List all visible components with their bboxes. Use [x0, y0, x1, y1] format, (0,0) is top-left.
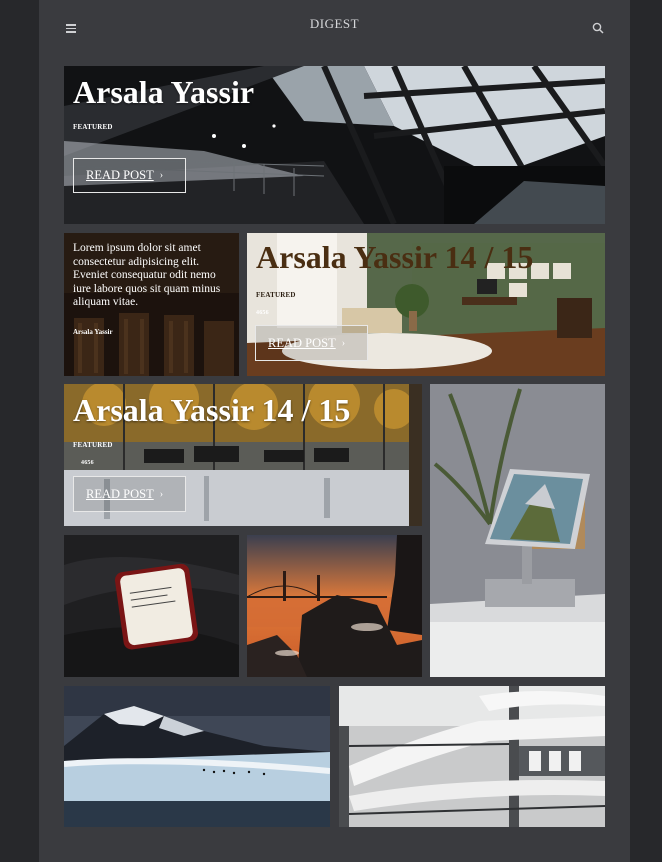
post-title[interactable]: Arsala Yassir 14 / 15 — [256, 239, 533, 276]
featured-tag: FEATURED — [256, 291, 296, 299]
post-meta: 4656 — [81, 460, 94, 466]
read-post-button[interactable]: READ POST › — [73, 158, 186, 193]
tablet-stand-image — [430, 384, 605, 677]
search-icon[interactable] — [592, 22, 604, 34]
chevron-right-icon: › — [159, 488, 164, 500]
image-post-card[interactable] — [64, 535, 239, 677]
bridge-sunset-image — [247, 535, 422, 677]
read-post-label: READ POST — [86, 486, 154, 501]
post-meta: 4656 — [256, 310, 269, 316]
chevron-right-icon: › — [159, 170, 164, 181]
featured-post-card[interactable]: Arsala Yassir FEATURED READ POST › — [64, 66, 605, 224]
read-post-button[interactable]: READ POST › — [73, 476, 186, 512]
featured-post-card[interactable]: Arsala Yassir 14 / 15 FEATURED 4656 READ… — [64, 384, 422, 526]
read-post-button[interactable]: READ POST › — [255, 325, 368, 361]
read-post-label: READ POST — [268, 335, 336, 350]
image-post-card[interactable] — [247, 535, 422, 677]
phone-fabric-image — [64, 535, 239, 677]
featured-post-card[interactable]: Arsala Yassir 14 / 15 FEATURED 4656 READ… — [247, 233, 605, 376]
post-excerpt[interactable]: Lorem ipsum dolor sit amet consectetur a… — [73, 242, 233, 310]
chevron-right-icon: › — [341, 337, 346, 349]
curved-architecture-image — [339, 686, 605, 827]
featured-tag: FEATURED — [73, 441, 113, 449]
page: DIGEST Arsala Yassir FEATURED READ POST … — [39, 0, 630, 862]
featured-tag: FEATURED — [73, 123, 113, 131]
header: DIGEST — [39, 0, 630, 55]
post-author[interactable]: Arsala Yassir — [73, 328, 113, 336]
image-post-card[interactable] — [64, 686, 330, 827]
snowy-mountain-image — [64, 686, 330, 827]
image-post-card[interactable] — [430, 384, 605, 677]
image-post-card[interactable] — [339, 686, 605, 827]
post-title[interactable]: Arsala Yassir 14 / 15 — [73, 392, 350, 429]
excerpt-post-card[interactable]: Lorem ipsum dolor sit amet consectetur a… — [64, 233, 239, 376]
read-post-label: READ POST — [86, 168, 154, 182]
post-title[interactable]: Arsala Yassir — [73, 74, 254, 111]
site-brand[interactable]: DIGEST — [39, 16, 630, 32]
